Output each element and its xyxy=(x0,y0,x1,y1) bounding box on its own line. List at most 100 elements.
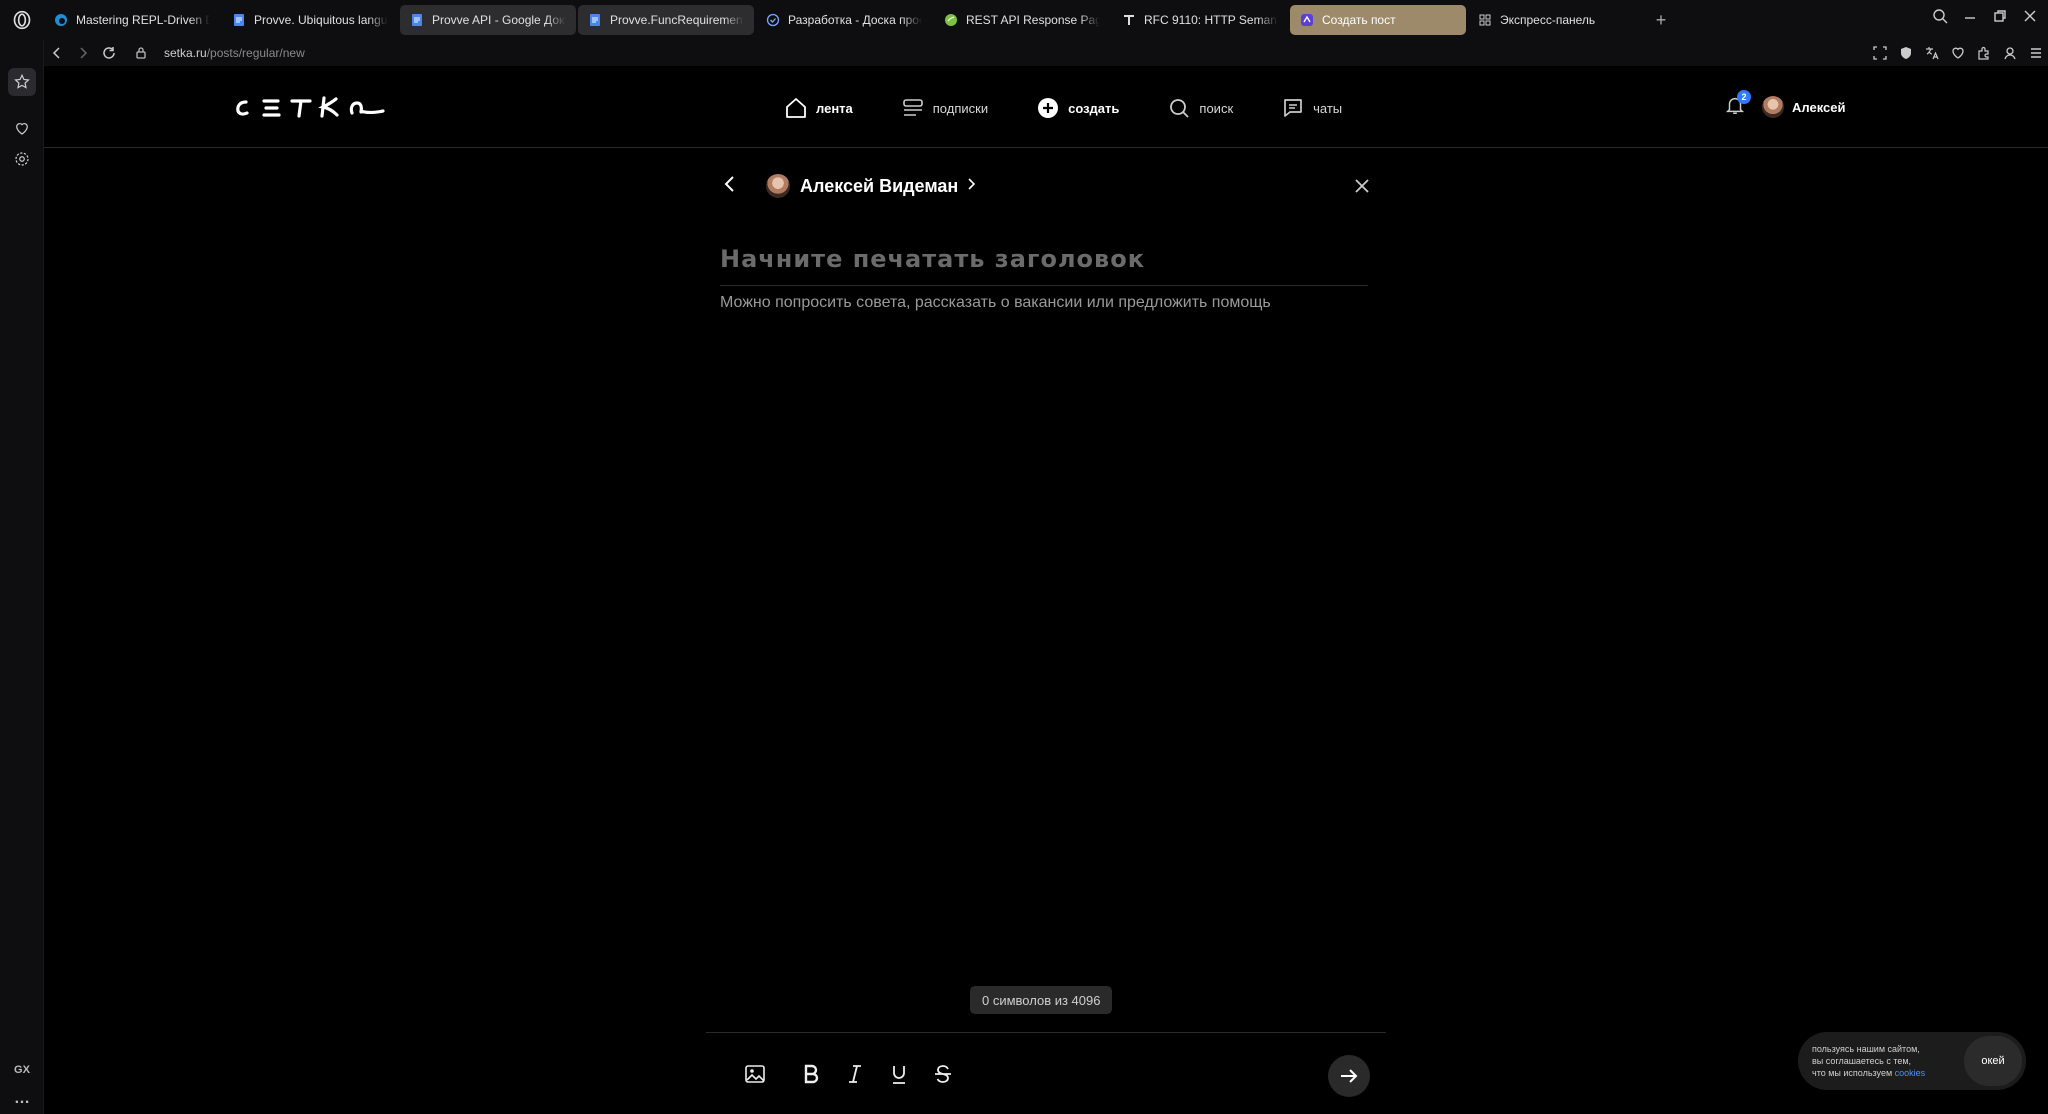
tabs-strip: Mastering REPL-Driven Development Provve… xyxy=(44,5,1676,35)
docs-icon xyxy=(588,13,602,27)
insert-image-button[interactable] xyxy=(740,1059,770,1089)
format-toolbar xyxy=(706,1032,1386,1114)
back-arrow-button[interactable] xyxy=(720,174,740,199)
nav-search[interactable]: поиск xyxy=(1167,96,1233,120)
tab-func-requirements[interactable]: Provve.FuncRequirements xyxy=(578,5,754,35)
header-user-area: 2 Алексей xyxy=(1724,90,1846,120)
tab-rest-api-pagination[interactable]: REST API Response Pagination xyxy=(934,5,1110,35)
tab-project-board[interactable]: Разработка - Доска проекта xyxy=(756,5,932,35)
chevron-left-icon xyxy=(52,47,60,59)
back-button[interactable] xyxy=(44,46,70,60)
reload-icon xyxy=(103,47,115,59)
notifications-badge: 2 xyxy=(1737,90,1751,104)
sidebar-bookmarks-button[interactable] xyxy=(8,68,36,96)
tab-repl[interactable]: Mastering REPL-Driven Development xyxy=(44,5,220,35)
shield-icon[interactable] xyxy=(1898,45,1914,61)
strikethrough-button[interactable] xyxy=(928,1059,958,1089)
extensions-icon[interactable] xyxy=(1976,45,1992,61)
char-counter: 0 символов из 4096 xyxy=(970,986,1113,1014)
tab-create-post[interactable]: Создать пост xyxy=(1290,5,1466,35)
nav-subscriptions[interactable]: подписки xyxy=(901,96,988,120)
tab-ubiquitous-language[interactable]: Provve. Ubiquitous language xyxy=(222,5,398,35)
globe-green-icon xyxy=(944,13,958,27)
docs-icon xyxy=(232,13,246,27)
notifications-button[interactable]: 2 xyxy=(1724,90,1751,120)
cookie-text: пользуясь нашим сайтом, вы соглашаетесь … xyxy=(1812,1044,1926,1078)
gx-label[interactable]: GX xyxy=(0,1064,44,1076)
snapshot-icon[interactable] xyxy=(1872,45,1888,61)
publish-button[interactable] xyxy=(1328,1055,1370,1097)
tab-provve-api[interactable]: Provve API - Google Документы xyxy=(400,5,576,35)
cookies-link[interactable]: cookies xyxy=(1895,1068,1926,1078)
restore-icon[interactable] xyxy=(1992,8,2008,24)
translate-icon[interactable] xyxy=(1924,45,1940,61)
home-icon xyxy=(786,98,806,118)
image-icon xyxy=(745,1065,765,1083)
user-avatar[interactable] xyxy=(1762,96,1784,118)
search-tabs-icon[interactable] xyxy=(1932,8,1948,24)
gear-icon xyxy=(15,152,29,166)
underline-button[interactable] xyxy=(884,1059,914,1089)
cookie-banner: пользуясь нашим сайтом, вы соглашаетесь … xyxy=(1798,1032,2026,1090)
docs-icon xyxy=(410,13,424,27)
author-avatar xyxy=(766,174,790,198)
chat-icon xyxy=(1284,99,1302,117)
profile-icon[interactable] xyxy=(2002,45,2018,61)
window-controls xyxy=(1932,8,2038,24)
easy-setup-menu-icon[interactable] xyxy=(2028,45,2044,61)
chevron-right-icon xyxy=(968,177,976,190)
chevron-right-icon xyxy=(80,47,88,59)
tab-rfc-9110[interactable]: RFC 9110: HTTP Semantics xyxy=(1112,5,1288,35)
bold-icon xyxy=(804,1064,819,1084)
search-icon xyxy=(1170,99,1190,118)
lock-icon[interactable] xyxy=(128,46,154,60)
tab-bar: Mastering REPL-Driven Development Provve… xyxy=(0,0,2048,40)
ietf-icon xyxy=(1122,13,1136,27)
arrow-right-icon xyxy=(1341,1069,1358,1083)
heart-outline-icon[interactable] xyxy=(1950,45,1966,61)
post-title-input[interactable] xyxy=(720,232,1368,286)
italic-icon xyxy=(849,1065,861,1083)
italic-button[interactable] xyxy=(840,1059,870,1089)
grid-icon xyxy=(1478,13,1492,27)
strikethrough-icon xyxy=(935,1065,951,1083)
address-bar-actions xyxy=(1872,45,2044,61)
tab-speed-dial[interactable]: Экспресс-панель xyxy=(1468,5,1644,35)
main-nav: лента подписки создать поиск чаты xyxy=(784,96,1390,120)
check-circle-icon xyxy=(766,13,780,27)
close-window-icon[interactable] xyxy=(2022,8,2038,24)
reload-button[interactable] xyxy=(96,46,122,60)
url-field[interactable]: setka.ru/posts/regular/new xyxy=(164,46,305,60)
setka-logo[interactable] xyxy=(232,92,386,124)
post-editor: Алексей Видеман 0 символов из 4096 xyxy=(706,148,1386,1114)
opera-logo-icon[interactable] xyxy=(12,10,32,30)
forward-button[interactable] xyxy=(70,46,96,60)
address-bar: setka.ru/posts/regular/new xyxy=(44,40,2048,66)
author-name[interactable]: Алексей Видеман xyxy=(800,176,958,197)
user-name[interactable]: Алексей xyxy=(1792,100,1846,115)
subscriptions-icon xyxy=(902,99,923,116)
sidebar-favorites-button[interactable] xyxy=(8,114,36,142)
author-row: Алексей Видеман xyxy=(720,172,1372,200)
edge-icon xyxy=(54,13,68,27)
site-header: лента подписки создать поиск чаты 2 Алек… xyxy=(44,66,2048,148)
underline-icon xyxy=(893,1066,905,1084)
cookie-accept-button[interactable]: окей xyxy=(1964,1036,2022,1086)
close-icon xyxy=(1355,179,1369,193)
bold-button[interactable] xyxy=(796,1059,826,1089)
post-body-input[interactable] xyxy=(720,294,1368,334)
minimize-icon[interactable] xyxy=(1962,8,1978,24)
nav-chats[interactable]: чаты xyxy=(1281,96,1342,120)
sidebar-settings-button[interactable] xyxy=(8,145,36,173)
close-editor-button[interactable] xyxy=(1352,176,1372,201)
nav-create[interactable]: создать xyxy=(1036,96,1119,120)
author-select-button[interactable] xyxy=(958,177,978,196)
sidebar-more-button[interactable]: … xyxy=(0,1090,44,1108)
nav-feed[interactable]: лента xyxy=(784,96,853,120)
browser-sidebar: GX … xyxy=(0,0,44,1114)
star-icon xyxy=(14,73,30,89)
new-tab-button[interactable]: + xyxy=(1646,5,1676,35)
heart-icon xyxy=(16,123,28,135)
setka-icon xyxy=(1300,13,1314,27)
plus-icon: + xyxy=(1655,9,1667,30)
